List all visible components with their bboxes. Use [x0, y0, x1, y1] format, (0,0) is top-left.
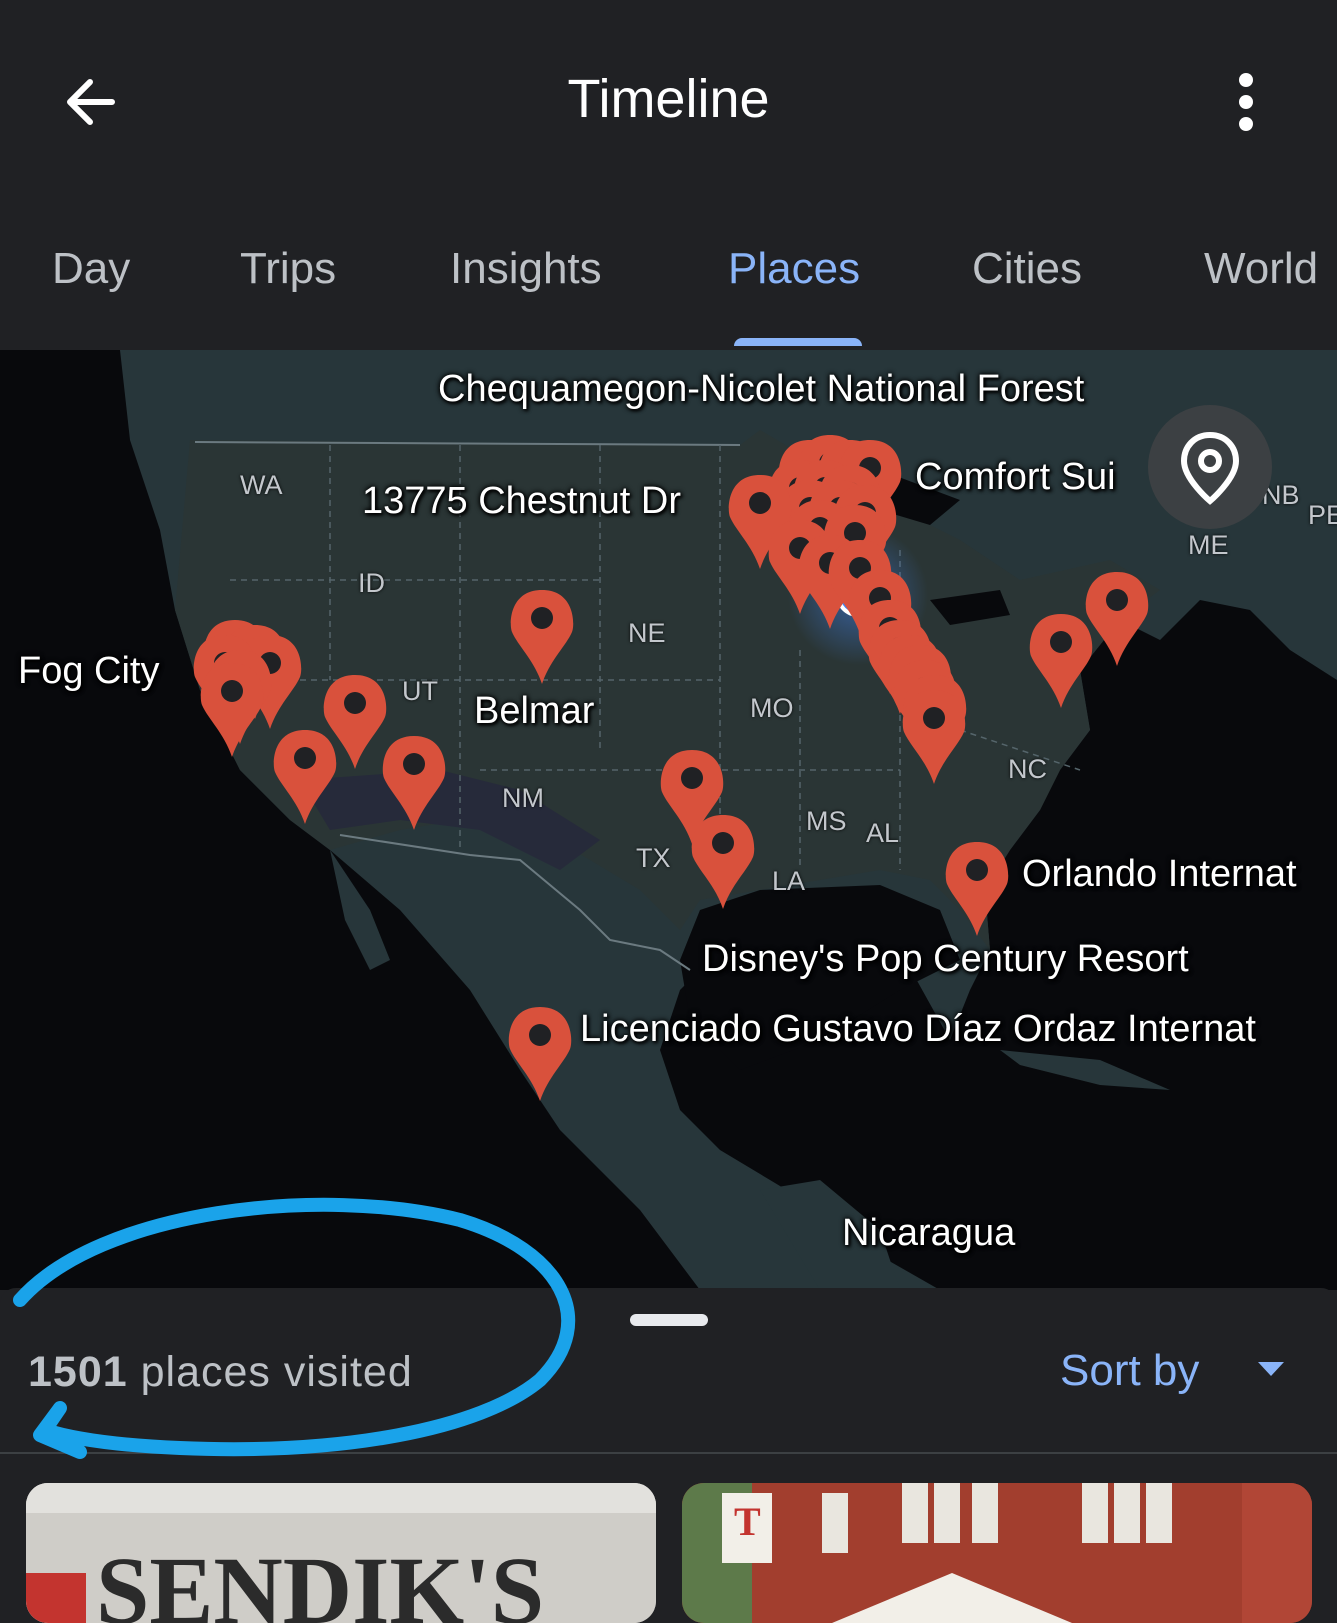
dropdown-arrow-icon[interactable] — [1258, 1362, 1284, 1380]
state-label-ut: UT — [402, 676, 438, 706]
state-label-wa: WA — [240, 470, 283, 500]
map-marker-belmar — [510, 590, 574, 684]
more-vert-icon[interactable] — [1222, 72, 1270, 136]
map-marker-mexico — [508, 1007, 572, 1101]
tab-bar: Day Trips Insights Places Cities World — [0, 210, 1337, 350]
my-location-button[interactable] — [1148, 405, 1272, 529]
map-marker-indiana — [902, 690, 966, 784]
map-marker-pennsylvania — [1029, 614, 1093, 708]
map-marker-new-england — [1085, 572, 1149, 666]
place-card-sendiks[interactable]: SENDIK'S — [26, 1483, 656, 1623]
map-marker-southern-ca — [273, 730, 337, 824]
place-photo-restaurant: T — [682, 1483, 1312, 1623]
map-label-chestnut[interactable]: 13775 Chestnut Dr — [362, 480, 681, 523]
places-count-number: 1501 — [28, 1348, 128, 1396]
map-pin-outline-icon — [1180, 431, 1240, 505]
map-label-belmar[interactable]: Belmar — [474, 690, 594, 733]
state-label-ne: NE — [628, 618, 666, 648]
tab-insights[interactable]: Insights — [450, 244, 602, 294]
map-label-chequamegon[interactable]: Chequamegon-Nicolet National Forest — [438, 368, 1084, 411]
state-label-nm: NM — [502, 783, 544, 813]
state-label-la: LA — [772, 866, 806, 896]
page-title: Timeline — [567, 69, 770, 129]
map-label-fog-city[interactable]: Fog City — [18, 650, 159, 693]
restaurant-sign-text: T — [734, 1499, 761, 1544]
places-count-suffix: places visited — [140, 1348, 413, 1396]
map-label-orlando[interactable]: Orlando Internat — [1022, 853, 1297, 896]
divider — [0, 1452, 1337, 1454]
app-bar: Timeline — [0, 0, 1337, 210]
place-card-restaurant[interactable]: T — [682, 1483, 1312, 1623]
state-label-nc: NC — [1008, 754, 1047, 784]
state-label-ms: MS — [806, 806, 847, 836]
state-label-tx: TX — [636, 843, 671, 873]
map-marker-arizona — [382, 736, 446, 830]
state-label-mo: MO — [750, 693, 794, 723]
map-label-comfort[interactable]: Comfort Sui — [915, 456, 1116, 499]
tab-trips[interactable]: Trips — [240, 244, 336, 294]
drag-handle[interactable] — [630, 1314, 708, 1326]
sort-by-button[interactable]: Sort by — [1060, 1346, 1199, 1396]
places-visited-count: 1501 places visited — [28, 1348, 413, 1397]
tab-world[interactable]: World — [1204, 244, 1318, 294]
map-label-disney[interactable]: Disney's Pop Century Resort — [702, 938, 1189, 981]
place-photo-sendiks: SENDIK'S — [26, 1483, 656, 1623]
map-label-nicaragua: Nicaragua — [842, 1212, 1016, 1254]
active-tab-indicator — [734, 338, 862, 346]
state-label-id: ID — [358, 568, 385, 598]
tab-places[interactable]: Places — [728, 244, 860, 294]
places-map[interactable]: Chequamegon-Nicolet National Forest 1377… — [0, 350, 1337, 1290]
tab-day[interactable]: Day — [52, 244, 130, 294]
state-label-me: ME — [1188, 530, 1229, 560]
map-marker-texas-south — [691, 815, 755, 909]
sendiks-sign-text: SENDIK'S — [96, 1537, 544, 1623]
map-marker-orlando — [945, 842, 1009, 936]
state-label-al: AL — [866, 818, 900, 848]
tab-cities[interactable]: Cities — [972, 244, 1082, 294]
map-label-licenciado[interactable]: Licenciado Gustavo Díaz Ordaz Internat — [580, 1008, 1256, 1051]
state-label-pe: PE — [1308, 500, 1337, 530]
